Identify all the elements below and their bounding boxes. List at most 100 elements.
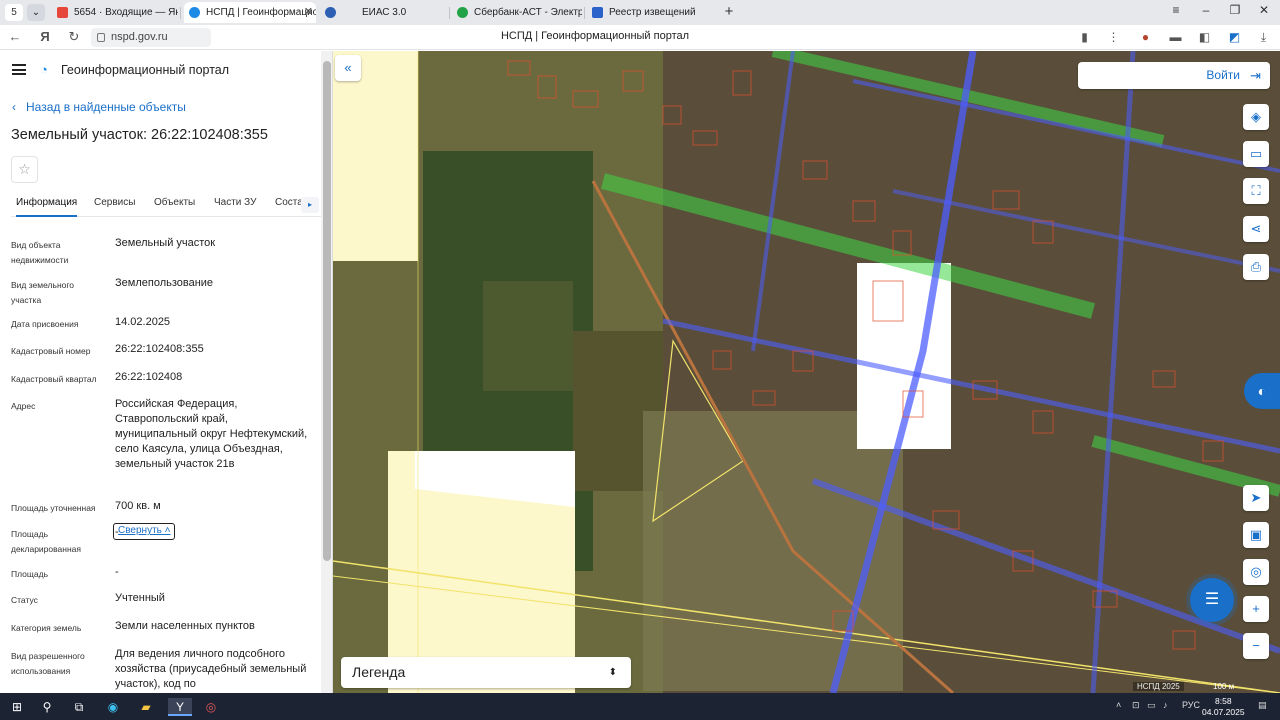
minimap-button[interactable]: ▣ <box>1243 522 1269 548</box>
close-tab-icon[interactable]: ✕ <box>304 2 313 23</box>
tab-label: НСПД | Геоинформационный <box>206 7 316 18</box>
location-search-button[interactable]: ◎ <box>1243 559 1269 585</box>
windows-taskbar: ⊞ ⚲ ⧉ ◉ ▰ Y ◎ ˄ ⊡ ▭ ♪ РУС 8:58 04.07.2025… <box>0 693 1280 720</box>
yandex-browser-taskbar-icon[interactable]: Y <box>168 698 192 716</box>
tab-composition[interactable]: Соста <box>275 197 303 208</box>
notifications-icon[interactable]: ▤ <box>1258 700 1267 711</box>
plus-icon: + <box>1252 601 1260 616</box>
panel-scrollbar[interactable] <box>321 51 332 693</box>
browser-tab-eias[interactable]: ЕИАС 3.0 <box>320 2 446 23</box>
minimize-icon[interactable]: – <box>1196 3 1216 17</box>
chevron-left-icon: ‹ <box>12 100 16 114</box>
field-label: Кадастровый номер <box>11 346 91 356</box>
scrollbar-thumb[interactable] <box>323 61 331 561</box>
legend-dropdown[interactable]: Легенда ⬍ <box>341 657 631 688</box>
collapse-panel-button[interactable]: « <box>335 55 361 81</box>
back-link-label: Назад в найденные объекты <box>26 100 186 114</box>
nspd-favicon-icon <box>189 7 200 18</box>
field-value: 26:22:102408 <box>115 371 183 383</box>
login-arrow-icon: ⇥ <box>1250 68 1261 83</box>
system-clock[interactable]: 8:58 04.07.2025 <box>1202 696 1245 718</box>
chat-button[interactable]: ☰ <box>1190 578 1234 622</box>
edge-browser-icon[interactable]: ◉ <box>104 698 122 716</box>
tab-count-badge[interactable]: 5 <box>5 4 23 21</box>
page-title: НСПД | Геоинформационный портал <box>500 30 690 42</box>
tab-services[interactable]: Сервисы <box>94 197 135 208</box>
share-button[interactable]: ⋖ <box>1243 216 1269 242</box>
field-value: Российская Федерация, Ставропольский кра… <box>115 398 308 470</box>
assistant-side-badge[interactable]: ◐ <box>1244 373 1280 409</box>
back-arrow-icon[interactable]: ← <box>6 29 24 44</box>
yandex-icon[interactable]: Я <box>36 29 54 44</box>
restore-icon[interactable]: ❐ <box>1225 3 1245 17</box>
field-label: Категория земель <box>11 623 82 633</box>
zoom-in-button[interactable]: + <box>1243 596 1269 622</box>
portal-logo-icon: ◔ <box>40 62 48 77</box>
tab-list-chevron-icon[interactable]: ⌄ <box>27 4 45 21</box>
field-value: Учтенный <box>115 592 165 604</box>
app-title: Геоинформационный портал <box>61 63 230 77</box>
map-scale: 100 м <box>1213 682 1235 691</box>
field-label: Дата присвоения <box>11 319 79 329</box>
tab-parts[interactable]: Части ЗУ <box>214 197 256 208</box>
app-taskbar-icon[interactable]: ◎ <box>202 698 220 716</box>
browser-tab-nspd[interactable]: НСПД | Геоинформационный ✕ <box>184 2 316 23</box>
hamburger-menu-icon[interactable] <box>12 64 26 75</box>
windows-start-icon[interactable]: ⊞ <box>8 698 26 716</box>
field-label: Площадь <box>11 569 49 579</box>
bookmark-icon[interactable]: ▮ <box>1077 30 1092 45</box>
tray-battery-icon[interactable]: ▭ <box>1147 700 1156 711</box>
favorite-star-icon[interactable]: ☆ <box>11 156 38 183</box>
field-value: 14.02.2025 <box>115 316 171 328</box>
browser-tab-registry[interactable]: Реестр извещений <box>587 2 715 23</box>
back-to-results-link[interactable]: ‹ Назад в найденные объекты <box>12 100 186 114</box>
more-options-icon[interactable]: ⋮ <box>1106 30 1121 45</box>
select-area-button[interactable]: ⛶ <box>1243 178 1269 204</box>
language-indicator[interactable]: РУС <box>1182 700 1200 710</box>
expand-collapse-icon: ⬍ <box>608 667 617 678</box>
chat-bubble-icon: ☰ <box>1204 591 1220 608</box>
close-window-icon[interactable]: ✕ <box>1254 3 1274 17</box>
object-title: Земельный участок: 26:22:102408:355 <box>11 127 268 143</box>
task-view-icon[interactable]: ⧉ <box>70 698 88 716</box>
satellite-map-image <box>333 51 1280 693</box>
extension-icon[interactable]: ◩ <box>1227 30 1242 45</box>
reload-icon[interactable]: ↻ <box>65 29 83 45</box>
address-bar: ← Я ↻ nspd.gov.ru НСПД | Геоинформационн… <box>0 25 1280 50</box>
print-icon: ⎙ <box>1250 259 1262 274</box>
login-button[interactable]: Войти ⇥ <box>1078 62 1270 89</box>
tab-objects[interactable]: Объекты <box>154 197 195 208</box>
login-label: Войти <box>1206 68 1240 82</box>
location-pin-icon: ◎ <box>1250 564 1262 579</box>
file-explorer-icon[interactable]: ▰ <box>137 698 155 716</box>
registry-favicon-icon <box>592 7 603 18</box>
geolocation-button[interactable]: ➤ <box>1243 485 1269 511</box>
tray-volume-icon[interactable]: ♪ <box>1163 700 1168 710</box>
tab-label: Реестр извещений <box>609 7 696 18</box>
map-view[interactable]: « Войти ⇥ ◈ ▭ ⛶ ⋖ ⎙ ◐ ➤ ▣ ◎ + − ☰ Легенда… <box>333 51 1280 693</box>
download-icon[interactable]: ⤓ <box>1256 30 1271 45</box>
search-icon[interactable]: ⚲ <box>38 698 56 716</box>
extension-icon[interactable]: ◧ <box>1197 30 1212 45</box>
sberbank-favicon-icon <box>457 7 468 18</box>
browser-menu-icon[interactable]: ≡ <box>1166 3 1186 17</box>
field-label: Кадастровый квартал <box>11 374 97 384</box>
print-button[interactable]: ⎙ <box>1243 254 1269 280</box>
layers-button[interactable]: ◈ <box>1243 104 1269 130</box>
url-field[interactable]: nspd.gov.ru <box>91 28 211 47</box>
ruler-icon: ▭ <box>1249 146 1263 161</box>
browser-tab-sberbank[interactable]: Сбербанк-АСТ - Электронн <box>452 2 582 23</box>
extension-icon[interactable]: ▬ <box>1168 30 1183 45</box>
clock-date: 04.07.2025 <box>1202 707 1245 717</box>
object-info-panel: ◔ Геоинформационный портал ‹ Назад в найд… <box>0 51 333 693</box>
new-tab-plus-icon[interactable]: + <box>721 3 737 21</box>
extension-icon[interactable]: ● <box>1138 30 1153 45</box>
measure-button[interactable]: ▭ <box>1243 141 1269 167</box>
tab-information[interactable]: Информация <box>16 197 78 217</box>
tray-chevron-up-icon[interactable]: ˄ <box>1116 700 1121 710</box>
zoom-out-button[interactable]: − <box>1243 633 1269 659</box>
tabs-scroll-right-icon[interactable]: ▸ <box>301 197 319 213</box>
browser-tab-mail[interactable]: 5654 · Входящие — Яндекс <box>52 2 178 23</box>
field-label: Площадь декларированная <box>11 529 81 554</box>
tray-network-icon[interactable]: ⊡ <box>1132 700 1140 711</box>
